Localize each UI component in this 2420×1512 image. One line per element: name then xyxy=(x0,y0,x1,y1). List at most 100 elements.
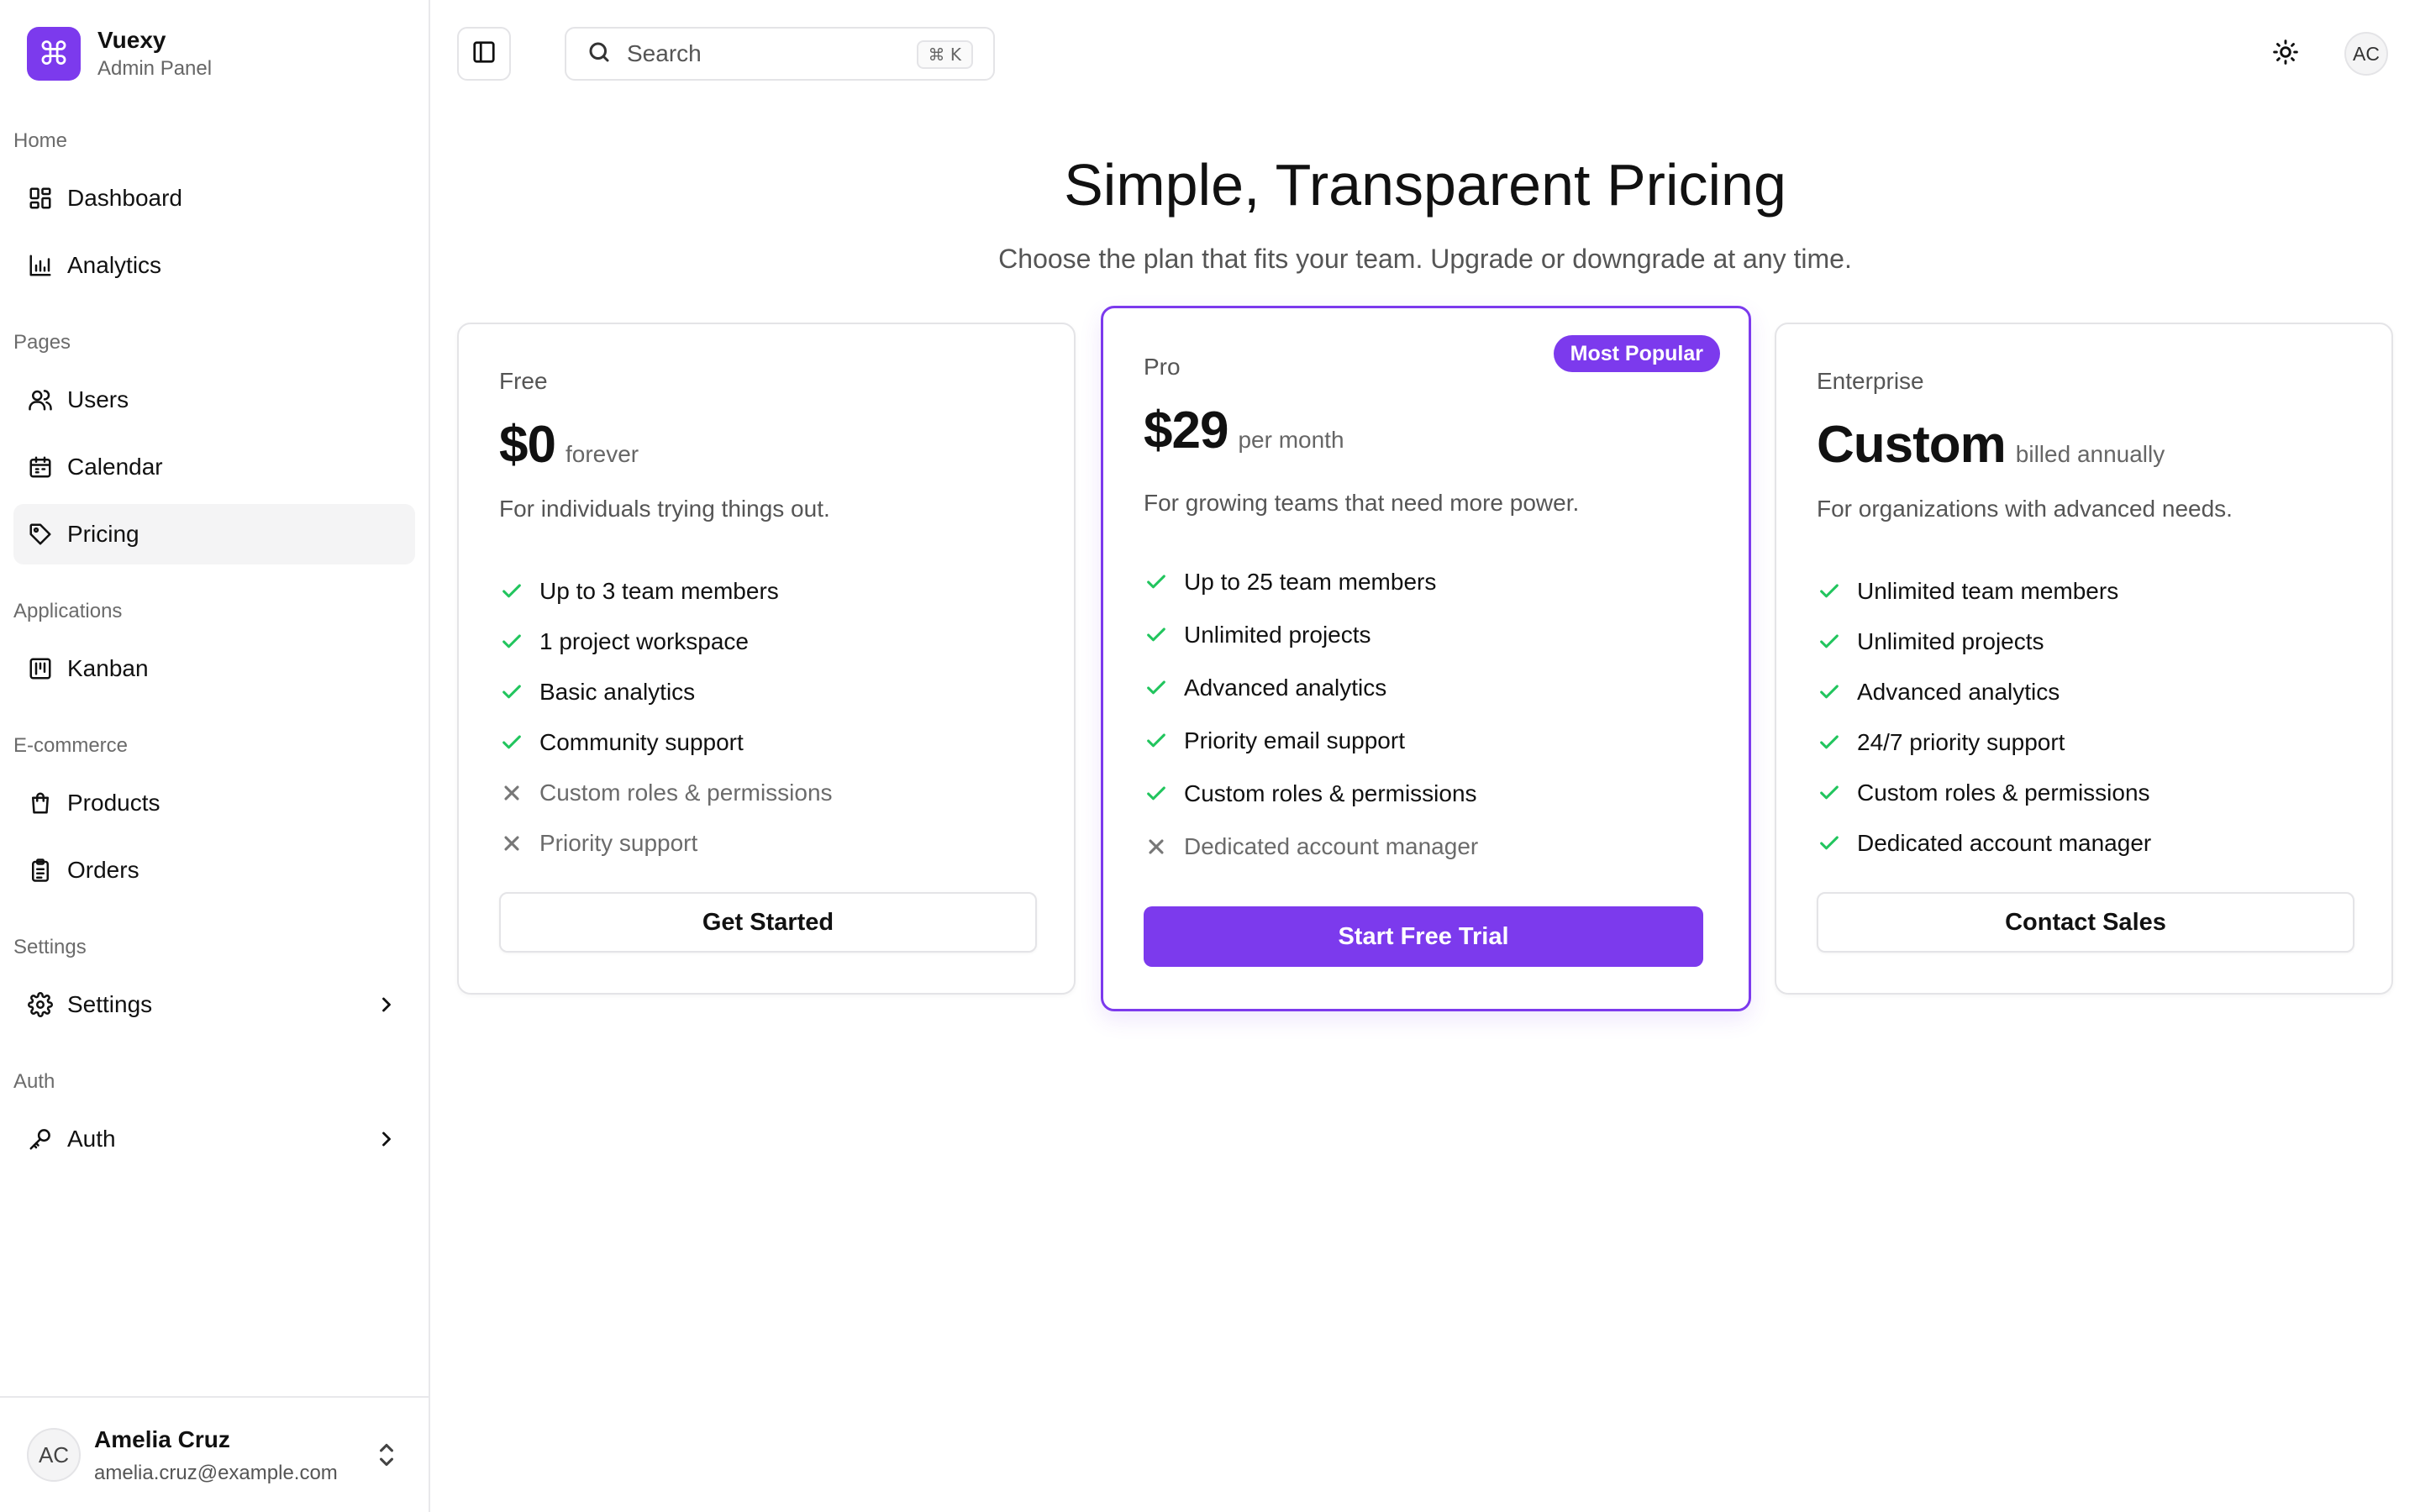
check-icon xyxy=(1144,570,1169,595)
feature-text: 1 project workspace xyxy=(539,628,750,654)
feature-text: Unlimited projects xyxy=(1184,621,1371,648)
start-free-trial-button[interactable]: Start Free Trial xyxy=(1144,906,1703,967)
plan-price: $29 xyxy=(1144,402,1228,459)
price-row: $29 per month xyxy=(1144,401,1344,460)
feature-item: Community support xyxy=(499,717,833,768)
feature-item: Advanced analytics xyxy=(1817,667,2151,717)
check-icon xyxy=(1817,629,1842,654)
app-root: ⌘ Vuexy Admin Panel Home Dashboard Analy… xyxy=(0,0,2420,1512)
sidebar-item-auth[interactable]: Auth xyxy=(13,1109,415,1169)
brand[interactable]: ⌘ Vuexy Admin Panel xyxy=(27,27,212,81)
feature-text: Custom roles & permissions xyxy=(539,780,833,806)
check-icon xyxy=(499,680,524,705)
page-subtitle: Choose the plan that fits your team. Upg… xyxy=(998,244,1852,274)
sidebar-item-kanban[interactable]: Kanban xyxy=(13,638,415,699)
get-started-button[interactable]: Get Started xyxy=(499,892,1037,953)
header-avatar[interactable]: AC xyxy=(2344,32,2388,76)
feature-text: Unlimited projects xyxy=(1857,628,2044,654)
plan-name: Pro xyxy=(1144,354,1181,380)
plan-price: $0 xyxy=(499,416,556,474)
feature-item: Unlimited projects xyxy=(1817,617,2151,667)
pricing-card-pro: Most Popular Pro $29 per month For growi… xyxy=(1101,306,1751,1011)
panel-left-icon xyxy=(471,39,497,69)
tag-icon xyxy=(27,521,54,548)
feature-item: Custom roles & permissions xyxy=(499,768,833,818)
theme-toggle-button[interactable] xyxy=(2265,34,2306,74)
gear-icon xyxy=(27,991,54,1018)
user-menu[interactable]: AC Amelia Cruz amelia.cruz@example.com xyxy=(0,1396,429,1512)
price-row: Custom billed annually xyxy=(1817,415,2165,475)
x-icon xyxy=(499,831,524,856)
check-icon xyxy=(499,730,524,755)
sun-icon xyxy=(2272,39,2299,70)
brand-name: Vuexy xyxy=(97,27,166,53)
most-popular-badge: Most Popular xyxy=(1553,335,1720,372)
check-icon xyxy=(1817,730,1842,755)
feature-item: 1 project workspace xyxy=(499,617,833,667)
feature-item: Advanced analytics xyxy=(1144,661,1478,714)
feature-list: Unlimited team members Unlimited project… xyxy=(1817,566,2151,869)
key-icon xyxy=(27,1126,54,1152)
sidebar-item-settings[interactable]: Settings xyxy=(13,974,415,1035)
clipboard-icon xyxy=(27,857,54,884)
price-row: $0 forever xyxy=(499,415,639,475)
pricing-card-enterprise: Enterprise Custom billed annually For or… xyxy=(1775,323,2393,995)
nav-group-label-home: Home xyxy=(13,129,68,152)
sidebar-item-products[interactable]: Products xyxy=(13,773,415,833)
contact-sales-button[interactable]: Contact Sales xyxy=(1817,892,2354,953)
user-name: Amelia Cruz xyxy=(94,1426,230,1452)
search-shortcut: ⌘ K xyxy=(916,40,973,69)
search-placeholder: Search xyxy=(627,40,702,66)
feature-text: Advanced analytics xyxy=(1184,674,1387,701)
check-icon xyxy=(499,629,524,654)
sidebar-item-label: Settings xyxy=(67,991,153,1017)
sidebar-item-label: Products xyxy=(67,790,160,816)
kanban-icon xyxy=(27,655,54,682)
sidebar-item-dashboard[interactable]: Dashboard xyxy=(13,168,415,228)
feature-item: Basic analytics xyxy=(499,667,833,717)
feature-text: Priority support xyxy=(539,830,698,856)
brand-text: Vuexy Admin Panel xyxy=(97,27,212,81)
feature-item: Up to 3 team members xyxy=(499,566,833,617)
feature-text: Unlimited team members xyxy=(1857,578,2119,604)
plan-period: forever xyxy=(565,441,639,467)
feature-text: Custom roles & permissions xyxy=(1184,780,1477,806)
feature-text: Community support xyxy=(539,729,744,755)
bar-chart-icon xyxy=(27,252,54,279)
feature-text: Dedicated account manager xyxy=(1857,830,2152,856)
nav-group-label-ecommerce: E-commerce xyxy=(13,734,129,757)
sidebar-item-calendar[interactable]: Calendar xyxy=(13,437,415,497)
user-email: amelia.cruz@example.com xyxy=(94,1462,338,1484)
sidebar-toggle-button[interactable] xyxy=(457,27,511,81)
sidebar-item-users[interactable]: Users xyxy=(13,370,415,430)
sidebar: ⌘ Vuexy Admin Panel Home Dashboard Analy… xyxy=(0,0,430,1512)
feature-item: Custom roles & permissions xyxy=(1144,767,1478,820)
dashboard-icon xyxy=(27,185,54,212)
feature-item: Up to 25 team members xyxy=(1144,555,1478,608)
sidebar-item-analytics[interactable]: Analytics xyxy=(13,235,415,296)
avatar: AC xyxy=(27,1428,81,1482)
command-logo-icon: ⌘ xyxy=(27,27,81,81)
check-icon xyxy=(1144,781,1169,806)
sidebar-item-label: Pricing xyxy=(67,521,139,547)
check-icon xyxy=(1817,780,1842,806)
feature-text: 24/7 priority support xyxy=(1857,729,2065,755)
nav-group-label-settings: Settings xyxy=(13,936,87,958)
shopping-bag-icon xyxy=(27,790,54,816)
plan-period: billed annually xyxy=(2015,441,2165,467)
pricing-card-free: Free $0 forever For individuals trying t… xyxy=(457,323,1076,995)
feature-text: Basic analytics xyxy=(539,679,696,705)
feature-item: Dedicated account manager xyxy=(1144,820,1478,873)
feature-text: Advanced analytics xyxy=(1857,679,2060,705)
sidebar-item-pricing[interactable]: Pricing xyxy=(13,504,415,564)
sidebar-item-orders[interactable]: Orders xyxy=(13,840,415,900)
search-input[interactable]: Search ⌘ K xyxy=(565,27,995,81)
users-icon xyxy=(27,386,54,413)
feature-item: Priority support xyxy=(499,818,833,869)
sidebar-item-label: Dashboard xyxy=(67,185,182,211)
brand-subtitle: Admin Panel xyxy=(97,57,213,80)
plan-period: per month xyxy=(1238,427,1344,453)
search-icon xyxy=(587,39,612,69)
check-icon xyxy=(1144,622,1169,648)
feature-item: Unlimited projects xyxy=(1144,608,1478,661)
